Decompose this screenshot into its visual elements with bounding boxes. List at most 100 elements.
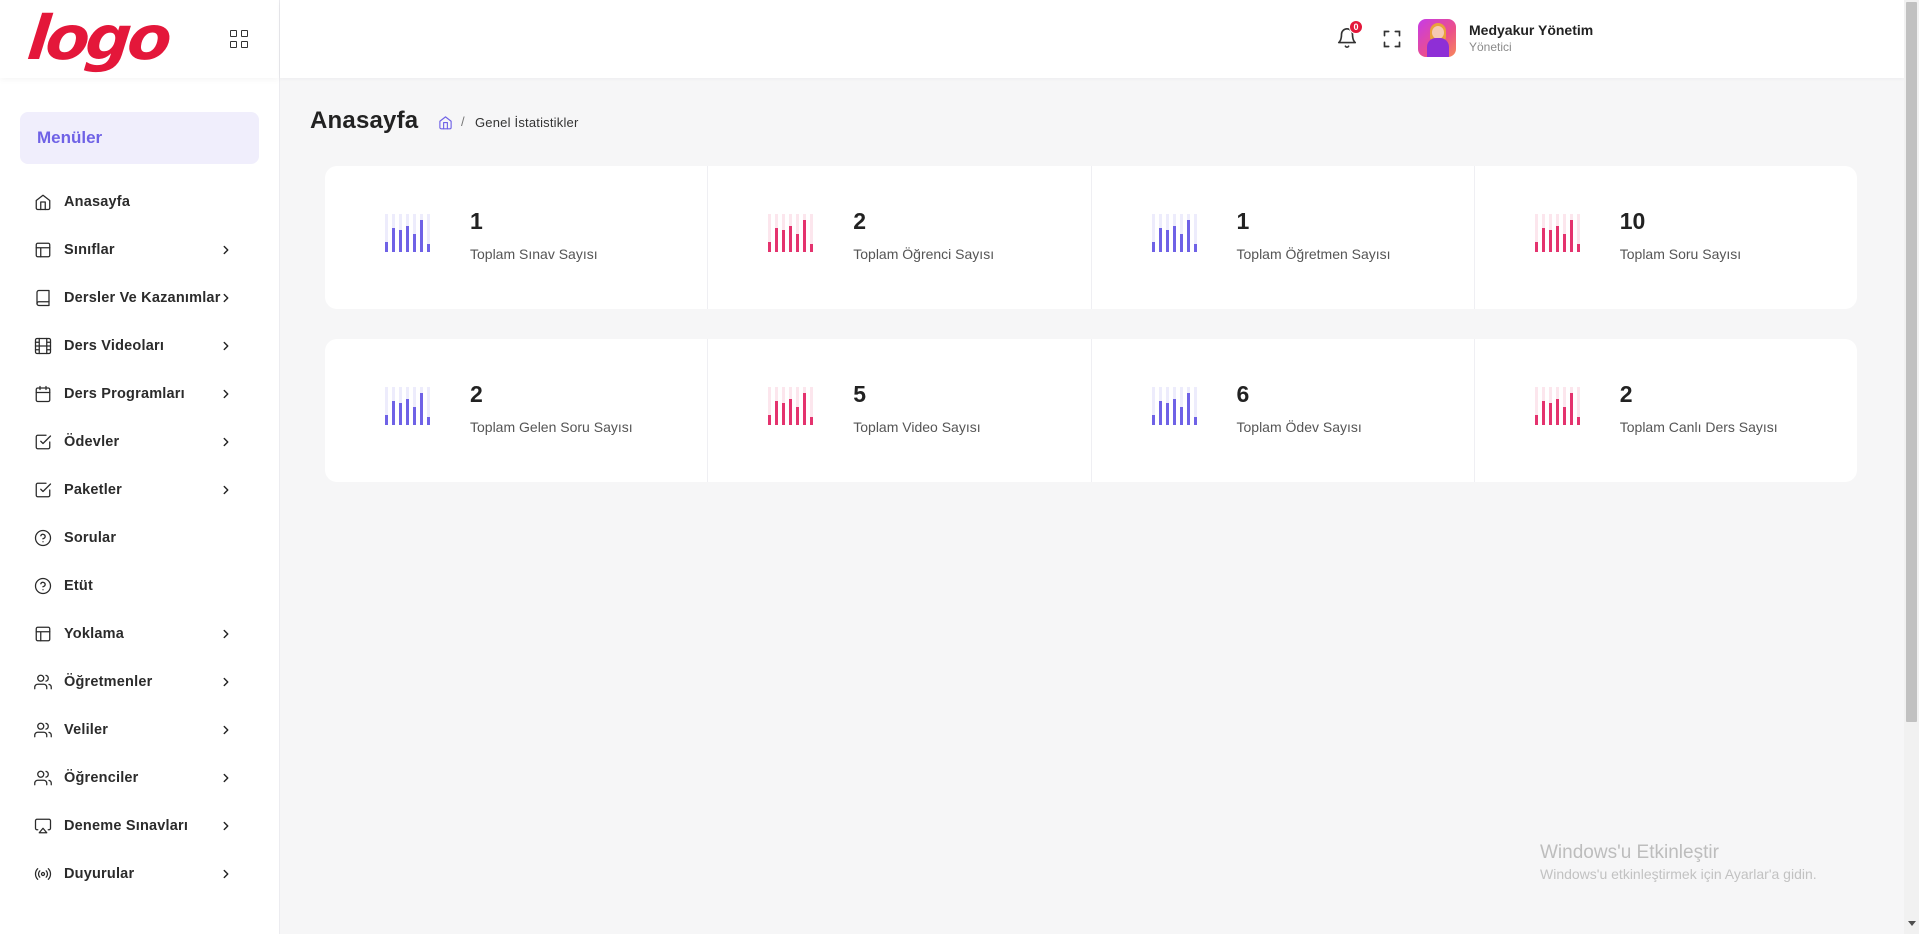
chevron-right-icon xyxy=(219,387,233,401)
stat-label: Toplam Sınav Sayısı xyxy=(470,246,598,262)
users-icon xyxy=(34,721,52,739)
windows-activation-title: Windows'u Etkinleştir xyxy=(1540,842,1719,863)
sidebar-item-paketler[interactable]: Paketler xyxy=(0,466,279,514)
sidebar-item-odevler[interactable]: Ödevler xyxy=(0,418,279,466)
sidebar-item-ders-videolari[interactable]: Ders Videoları xyxy=(0,322,279,370)
sidebar-item-label: Ders Programları xyxy=(64,386,185,402)
chevron-right-icon xyxy=(219,771,233,785)
sidebar-item-ogretmenler[interactable]: Öğretmenler xyxy=(0,658,279,706)
scroll-down-arrow-icon[interactable] xyxy=(1908,921,1916,926)
notification-badge: 0 xyxy=(1349,20,1363,34)
sidebar: logo Menüler Anasayfa Sınıflar Dersler V… xyxy=(0,0,280,934)
avatar[interactable] xyxy=(1418,19,1456,57)
users-icon xyxy=(34,769,52,787)
help-circle-icon xyxy=(34,577,52,595)
breadcrumb-current: Genel İstatistikler xyxy=(475,115,579,130)
bar-chart-icon xyxy=(1534,387,1580,425)
chevron-right-icon xyxy=(219,627,233,641)
bar-chart-icon xyxy=(768,214,814,252)
sidebar-item-label: Yoklama xyxy=(64,626,124,642)
stat-card: 2 Toplam Öğrenci Sayısı xyxy=(708,166,1092,309)
chevron-right-icon xyxy=(219,819,233,833)
stat-card: 2 Toplam Canlı Ders Sayısı xyxy=(1475,339,1857,482)
scrollbar-thumb[interactable] xyxy=(1906,2,1917,722)
sidebar-item-ogrenciler[interactable]: Öğrenciler xyxy=(0,754,279,802)
sidebar-menu: Anasayfa Sınıflar Dersler Ve Kazanımlar … xyxy=(0,178,279,898)
breadcrumb-separator: / xyxy=(461,114,465,129)
page-title: Anasayfa xyxy=(310,107,419,134)
stat-label: Toplam Öğrenci Sayısı xyxy=(853,246,995,262)
stat-card: 5 Toplam Video Sayısı xyxy=(708,339,1092,482)
stat-value: 10 xyxy=(1619,208,1646,234)
sidebar-item-dersler[interactable]: Dersler Ve Kazanımlar xyxy=(0,274,279,322)
stat-value: 1 xyxy=(470,208,483,234)
sidebar-item-yoklama[interactable]: Yoklama xyxy=(0,610,279,658)
sidebar-item-veliler[interactable]: Veliler xyxy=(0,706,279,754)
user-role: Yönetici xyxy=(1469,40,1512,54)
stat-label: Toplam Gelen Soru Sayısı xyxy=(470,419,633,435)
stat-value: 2 xyxy=(1619,381,1633,407)
sidebar-item-deneme-sinavlari[interactable]: Deneme Sınavları xyxy=(0,802,279,850)
logo[interactable]: logo xyxy=(24,4,171,74)
sidebar-item-duyurular[interactable]: Duyurular xyxy=(0,850,279,898)
stat-label: Toplam Soru Sayısı xyxy=(1619,246,1742,262)
home-icon xyxy=(34,193,52,211)
stats-row-1: 1 Toplam Sınav Sayısı 2 Toplam Öğrenci S… xyxy=(325,166,1857,309)
sidebar-item-label: Anasayfa xyxy=(64,194,131,210)
chevron-right-icon xyxy=(219,483,233,497)
topbar xyxy=(280,0,1904,78)
chevron-right-icon xyxy=(219,867,233,881)
broadcast-icon xyxy=(34,865,52,883)
bar-chart-icon xyxy=(1151,214,1197,252)
sidebar-item-label: Öğrenciler xyxy=(64,770,139,786)
chevron-right-icon xyxy=(219,339,233,353)
stat-card: 6 Toplam Ödev Sayısı xyxy=(1092,339,1475,482)
bar-chart-icon xyxy=(1534,214,1580,252)
sidebar-item-label: Etüt xyxy=(64,578,93,594)
chevron-right-icon xyxy=(219,291,233,305)
layout-icon xyxy=(34,241,52,259)
calendar-icon xyxy=(34,385,52,403)
chevron-right-icon xyxy=(219,243,233,257)
breadcrumb-home-icon[interactable] xyxy=(438,115,453,130)
stat-value: 1 xyxy=(1236,208,1250,234)
stat-label: Toplam Canlı Ders Sayısı xyxy=(1619,419,1778,435)
bar-chart-icon xyxy=(1151,387,1197,425)
users-icon xyxy=(34,673,52,691)
fullscreen-icon[interactable] xyxy=(1382,29,1402,49)
sidebar-item-label: Sorular xyxy=(64,530,117,546)
sidebar-item-label: Veliler xyxy=(64,722,109,738)
sidebar-item-siniflar[interactable]: Sınıflar xyxy=(0,226,279,274)
sidebar-item-label: Dersler Ve Kazanımlar xyxy=(64,290,221,306)
film-icon xyxy=(34,337,52,355)
stat-value: 6 xyxy=(1236,381,1250,407)
bar-chart-icon xyxy=(385,387,430,425)
sidebar-item-label: Paketler xyxy=(64,482,123,498)
stat-card: 2 Toplam Gelen Soru Sayısı xyxy=(325,339,709,482)
sidebar-item-sorular[interactable]: Sorular xyxy=(0,514,279,562)
stat-label: Toplam Video Sayısı xyxy=(853,419,981,435)
book-icon xyxy=(34,289,52,307)
bar-chart-icon xyxy=(385,214,430,252)
sidebar-item-label: Duyurular xyxy=(64,866,135,882)
layout-icon xyxy=(34,625,52,643)
stat-card: 1 Toplam Sınav Sayısı xyxy=(325,166,709,309)
sidebar-item-etut[interactable]: Etüt xyxy=(0,562,279,610)
sidebar-item-label: Öğretmenler xyxy=(64,674,153,690)
user-name[interactable]: Medyakur Yönetim xyxy=(1469,22,1593,38)
sidebar-item-label: Ödevler xyxy=(64,434,120,450)
sidebar-item-anasayfa[interactable]: Anasayfa xyxy=(0,178,279,226)
stat-card: 1 Toplam Öğretmen Sayısı xyxy=(1092,166,1475,309)
menu-header: Menüler xyxy=(20,112,259,164)
sidebar-item-ders-programlari[interactable]: Ders Programları xyxy=(0,370,279,418)
check-square-icon xyxy=(34,433,52,451)
sidebar-item-label: Ders Videoları xyxy=(64,338,165,354)
stat-card: 10 Toplam Soru Sayısı xyxy=(1475,166,1857,309)
check-square-icon xyxy=(34,481,52,499)
stat-value: 5 xyxy=(853,381,867,407)
chevron-right-icon xyxy=(219,675,233,689)
stat-value: 2 xyxy=(853,208,867,234)
sidebar-item-label: Deneme Sınavları xyxy=(64,818,189,834)
chevron-right-icon xyxy=(219,435,233,449)
apps-grid-icon[interactable] xyxy=(230,30,248,48)
